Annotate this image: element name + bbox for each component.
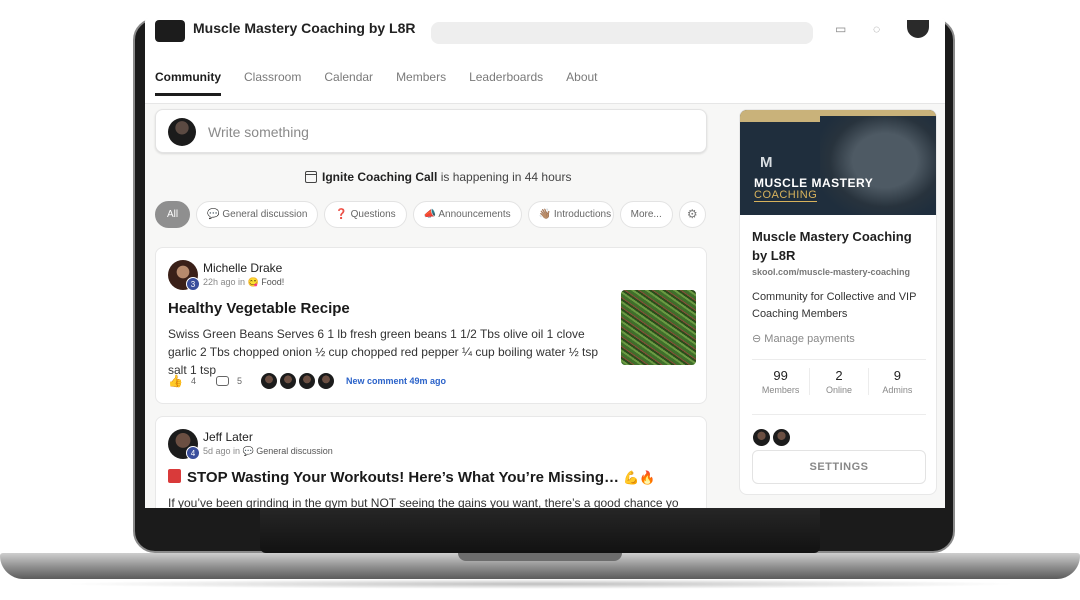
like-icon[interactable]: 👍	[168, 374, 183, 388]
post-actions: 👍 4 5 New comment 49m ago	[168, 372, 446, 390]
group-logo[interactable]	[155, 20, 185, 42]
avatar	[316, 372, 335, 390]
chat-icon[interactable]: ▭	[835, 22, 851, 36]
tab-community[interactable]: Community	[155, 70, 221, 96]
manage-payments-link[interactable]: ⊖ Manage payments	[752, 332, 855, 345]
level-badge: 3	[186, 277, 200, 291]
post-meta: 5d ago in 💬 General discussion	[203, 446, 333, 457]
post-author[interactable]: Jeff Later	[203, 430, 253, 444]
avatar	[168, 118, 196, 146]
commenter-avatars	[259, 372, 335, 390]
group-info-card: M MUSCLE MASTERY COACHING Muscle Mastery…	[739, 109, 937, 495]
post-author[interactable]: Michelle Drake	[203, 261, 282, 275]
post-category[interactable]: 💬 General discussion	[243, 446, 333, 456]
stat-members[interactable]: 99 Members	[752, 368, 809, 395]
post-card[interactable]: 4 Jeff Later 5d ago in 💬 General discuss…	[155, 416, 707, 508]
search-input[interactable]	[431, 22, 813, 44]
filter-settings-icon[interactable]: ⚙	[678, 201, 706, 228]
group-url[interactable]: skool.com/muscle-mastery-coaching	[752, 267, 910, 277]
post-thumbnail[interactable]	[621, 290, 696, 365]
post-meta: 22h ago in 😋 Food!	[203, 277, 284, 288]
event-name[interactable]: Ignite Coaching Call	[322, 170, 437, 184]
stat-value: 99	[773, 368, 788, 383]
post-card[interactable]: 3 Michelle Drake 22h ago in 😋 Food! Heal…	[155, 247, 707, 404]
stat-online[interactable]: 2 Online	[809, 368, 867, 395]
app-screen: Muscle Mastery Coaching by L8R ▭ ◌ Commu…	[145, 18, 945, 508]
admin-avatars	[752, 428, 791, 447]
avatar	[259, 372, 278, 390]
stat-value: 2	[835, 368, 843, 383]
laptop-hinge	[260, 508, 820, 553]
calendar-icon	[305, 171, 317, 183]
level-badge: 4	[186, 446, 200, 460]
avatar[interactable]	[772, 428, 791, 447]
tab-calendar[interactable]: Calendar	[324, 70, 373, 96]
link-icon: ⊖	[752, 333, 765, 345]
banner-photo	[820, 116, 936, 215]
composer-placeholder[interactable]: Write something	[208, 124, 309, 140]
tab-leaderboards[interactable]: Leaderboards	[469, 70, 543, 96]
filter-more[interactable]: More...	[619, 201, 673, 228]
divider	[752, 414, 926, 415]
post-title-text[interactable]: STOP Wasting Your Workouts! Here’s What …	[187, 469, 619, 486]
tab-about[interactable]: About	[566, 70, 597, 96]
avatar	[297, 372, 316, 390]
post-body: Swiss Green Beans Serves 6 1 lb fresh gr…	[168, 327, 599, 377]
filter-introductions[interactable]: 👋🏽 Introductions	[527, 201, 614, 228]
event-banner[interactable]: Ignite Coaching Call is happening in 44 …	[305, 170, 571, 184]
comment-count: 5	[236, 376, 242, 386]
banner-subtitle: COACHING	[754, 189, 818, 202]
banner-title: MUSCLE MASTERY	[754, 176, 874, 190]
filter-questions[interactable]: ❓ Questions	[324, 201, 407, 228]
category-filters: All 💬 General discussion ❓ Questions 📣 A…	[155, 201, 706, 228]
user-avatar[interactable]	[907, 20, 929, 38]
group-description: Community for Collective and VIP Coachin…	[752, 291, 917, 320]
top-bar: Muscle Mastery Coaching by L8R ▭ ◌ Commu…	[145, 18, 945, 104]
post-category[interactable]: 😋 Food!	[248, 277, 285, 287]
group-title: Muscle Mastery Coaching by L8R	[752, 229, 912, 263]
post-body: If you’ve been grinding in the gym but N…	[168, 496, 678, 508]
stat-label: Admins	[882, 385, 913, 395]
stat-admins[interactable]: 9 Admins	[867, 368, 926, 395]
settings-button[interactable]: SETTINGS	[752, 450, 926, 484]
stat-value: 9	[893, 368, 901, 383]
post-composer[interactable]: Write something	[155, 109, 707, 153]
post-title[interactable]: Healthy Vegetable Recipe	[168, 300, 350, 317]
filter-announcements[interactable]: 📣 Announcements	[412, 201, 522, 228]
group-stats: 99 Members 2 Online 9 Admins	[752, 368, 926, 395]
avatar	[278, 372, 297, 390]
avatar[interactable]	[752, 428, 771, 447]
like-count: 4	[190, 376, 196, 386]
title-emoji: 💪🔥	[623, 470, 656, 485]
group-name[interactable]: Muscle Mastery Coaching by L8R	[193, 20, 416, 36]
laptop-notch	[458, 553, 622, 561]
filter-general-discussion[interactable]: 💬 General discussion	[196, 201, 319, 228]
bell-icon[interactable]: ◌	[873, 22, 889, 36]
comment-icon[interactable]	[215, 376, 229, 386]
post-time: 5d ago in	[203, 446, 241, 456]
event-suffix: is happening in 44 hours	[440, 170, 572, 184]
post-title[interactable]: STOP Wasting Your Workouts! Here’s What …	[168, 469, 656, 486]
tab-members[interactable]: Members	[396, 70, 446, 96]
divider	[752, 359, 926, 360]
brand-logo-icon: M	[760, 154, 773, 171]
laptop-shadow	[60, 579, 1020, 589]
group-banner: M MUSCLE MASTERY COACHING	[740, 110, 936, 215]
filter-all[interactable]: All	[155, 201, 191, 228]
tab-classroom[interactable]: Classroom	[244, 70, 301, 96]
new-comment-link[interactable]: New comment 49m ago	[346, 376, 446, 386]
manage-payments-label[interactable]: Manage payments	[764, 333, 855, 345]
nav-tabs: Community Classroom Calendar Members Lea…	[155, 70, 621, 96]
alert-icon	[168, 469, 181, 483]
post-time: 22h ago in	[203, 277, 246, 287]
stat-label: Members	[761, 385, 800, 395]
stat-label: Online	[825, 385, 852, 395]
